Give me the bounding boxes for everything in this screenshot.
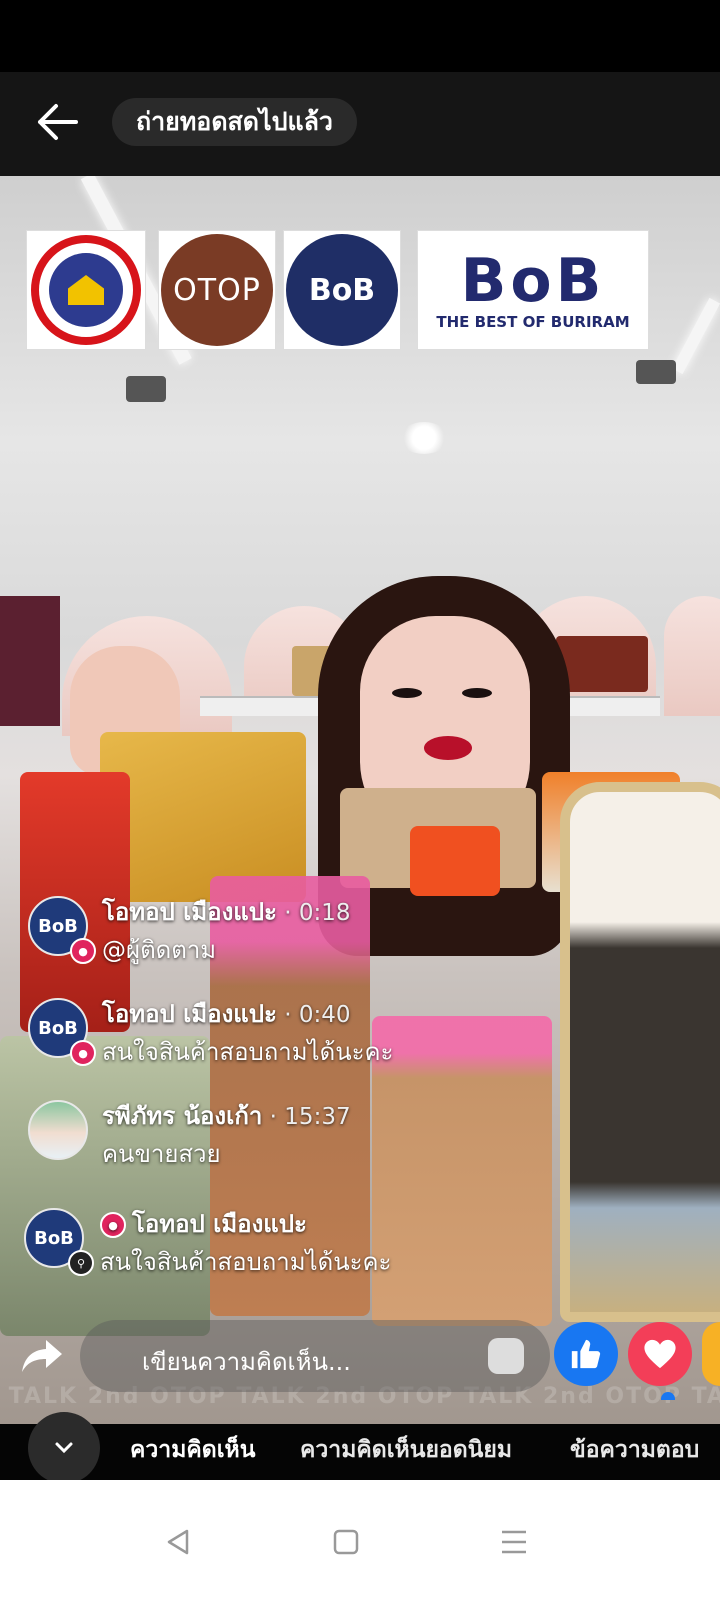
bob-banner-logo-mark: BoB bbox=[460, 246, 606, 316]
comment-time[interactable]: 0:18 bbox=[299, 900, 351, 926]
share-icon bbox=[22, 1340, 62, 1372]
system-nav-bar bbox=[0, 1480, 720, 1600]
nav-home-button[interactable] bbox=[326, 1522, 366, 1562]
ceiling-fixture bbox=[126, 376, 166, 402]
dried-product bbox=[0, 1036, 210, 1336]
like-button[interactable] bbox=[554, 1322, 618, 1386]
comment-time[interactable]: 0:40 bbox=[299, 1002, 351, 1028]
status-bar bbox=[0, 0, 720, 72]
bob-banner-logo-caption: THE BEST OF BURIRAM bbox=[436, 313, 630, 331]
presenter-eye bbox=[462, 688, 492, 698]
shelf-item bbox=[0, 596, 60, 726]
chevron-down-icon bbox=[55, 1442, 73, 1454]
comment-time[interactable]: 15:37 bbox=[284, 1104, 350, 1130]
commenter-name[interactable]: โอทอป เมืองแปะ bbox=[102, 898, 277, 926]
comment-separator: · bbox=[262, 1104, 285, 1130]
ceiling-tube-light bbox=[671, 297, 720, 375]
wall-niche bbox=[664, 596, 720, 716]
rice-basket-product bbox=[560, 782, 720, 1322]
live-icon: ● bbox=[70, 938, 96, 964]
comment-text: สนใจสินค้าสอบถามได้นะคะ bbox=[100, 1248, 392, 1276]
comment-tabs: ความคิดเห็น ความคิดเห็นยอดนิยม ข้อความตอ… bbox=[0, 1412, 720, 1484]
arrow-left-icon bbox=[38, 104, 78, 140]
shelf-item bbox=[556, 636, 648, 692]
bob-round-logo: BoB bbox=[283, 230, 401, 350]
triangle-back-icon bbox=[167, 1529, 189, 1555]
ribbon-bow bbox=[410, 826, 500, 896]
love-button[interactable] bbox=[628, 1322, 692, 1386]
commenter-name[interactable]: รพีภัทร น้องเก้า bbox=[102, 1102, 262, 1130]
otop-logo: OTOP bbox=[158, 230, 276, 350]
live-icon: ● bbox=[70, 1040, 96, 1066]
comment-separator: · bbox=[276, 900, 299, 926]
chili-jar-product bbox=[372, 1016, 552, 1326]
back-button[interactable] bbox=[28, 94, 84, 150]
comment-header: ● โอทอป เมืองแปะ bbox=[100, 1204, 307, 1243]
pin-icon: ⚲ bbox=[68, 1250, 94, 1276]
comment-text: @ผู้ติดตาม bbox=[102, 936, 217, 964]
comment-header: โอทอป เมืองแปะ · 0:40 bbox=[102, 994, 350, 1033]
tab-replies[interactable]: ข้อความตอบ bbox=[570, 1432, 699, 1468]
comment-header: รพีภัทร น้องเก้า · 15:37 bbox=[102, 1096, 351, 1135]
nav-back-button[interactable] bbox=[158, 1522, 198, 1562]
seal-logo bbox=[26, 230, 146, 350]
live-status-label: ถ่ายทอดสดไปแล้ว bbox=[136, 107, 333, 136]
more-reactions-button[interactable] bbox=[702, 1322, 720, 1386]
comment-input-placeholder: เขียนความคิดเห็น... bbox=[142, 1348, 351, 1376]
bob-round-logo-text: BoB bbox=[308, 272, 376, 308]
live-status-pill: ถ่ายทอดสดไปแล้ว bbox=[112, 98, 357, 146]
reaction-indicator bbox=[661, 1392, 675, 1400]
avatar[interactable] bbox=[28, 1100, 88, 1160]
square-home-icon bbox=[333, 1529, 359, 1555]
tab-top-comments[interactable]: ความคิดเห็นยอดนิยม bbox=[300, 1432, 512, 1468]
comment-separator: · bbox=[276, 1002, 299, 1028]
heart-icon bbox=[644, 1339, 676, 1369]
thumbs-up-icon bbox=[571, 1339, 601, 1369]
live-video[interactable]: OTOP BoB BoB THE BEST OF BURIRAM bbox=[0, 176, 720, 1508]
comment-input[interactable]: เขียนความคิดเห็น... bbox=[80, 1320, 550, 1392]
live-icon: ● bbox=[100, 1212, 126, 1238]
presenter-eye bbox=[392, 688, 422, 698]
comment-text: คนขายสวย bbox=[102, 1140, 221, 1168]
ceiling-spotlight bbox=[400, 422, 448, 454]
sticker-icon[interactable] bbox=[488, 1338, 524, 1374]
bob-banner-logo: BoB THE BEST OF BURIRAM bbox=[417, 230, 649, 350]
menu-lines-icon bbox=[502, 1530, 526, 1554]
ceiling-fixture bbox=[636, 360, 676, 384]
comment-text: สนใจสินค้าสอบถามได้นะคะ bbox=[102, 1038, 394, 1066]
tab-comments[interactable]: ความคิดเห็น bbox=[130, 1432, 255, 1468]
share-button[interactable] bbox=[20, 1336, 64, 1376]
nav-menu-button[interactable] bbox=[494, 1522, 534, 1562]
commenter-name[interactable]: โอทอป เมืองแปะ bbox=[132, 1210, 307, 1238]
commenter-name[interactable]: โอทอป เมืองแปะ bbox=[102, 1000, 277, 1028]
top-bar: ถ่ายทอดสดไปแล้ว bbox=[0, 72, 720, 176]
otop-logo-text: OTOP bbox=[173, 272, 261, 308]
comment-header: โอทอป เมืองแปะ · 0:18 bbox=[102, 892, 350, 931]
collapse-button[interactable] bbox=[28, 1412, 100, 1484]
presenter-lips bbox=[424, 736, 472, 760]
